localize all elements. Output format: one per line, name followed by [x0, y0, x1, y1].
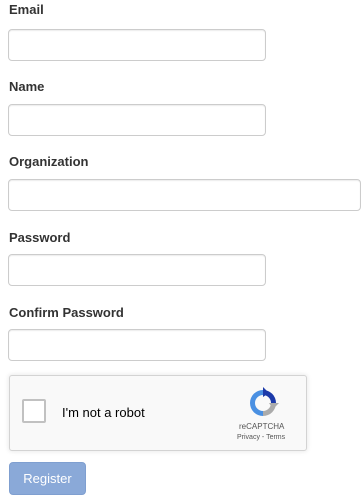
password-label: Password	[9, 230, 71, 245]
recaptcha-checkbox-label: I'm not a robot	[62, 405, 145, 420]
name-input[interactable]	[8, 104, 266, 136]
privacy-link[interactable]: Privacy	[237, 434, 260, 441]
email-input[interactable]	[8, 29, 266, 61]
organization-input[interactable]	[8, 179, 361, 211]
recaptcha-checkbox[interactable]	[22, 399, 46, 423]
email-label: Email	[9, 2, 44, 17]
recaptcha-brand: reCAPTCHA	[239, 422, 285, 431]
recaptcha-widget: I'm not a robot reCAPTCHA Privacy - Term…	[9, 375, 307, 451]
name-label: Name	[9, 79, 45, 94]
confirm-password-label: Confirm Password	[9, 305, 124, 320]
confirm-password-input[interactable]	[8, 329, 266, 361]
terms-link[interactable]: Terms	[266, 434, 285, 441]
recaptcha-icon	[250, 387, 279, 416]
register-button[interactable]: Register	[9, 462, 86, 495]
organization-label: Organization	[9, 154, 89, 169]
password-input[interactable]	[8, 254, 266, 286]
recaptcha-links: Privacy - Terms	[237, 434, 285, 441]
